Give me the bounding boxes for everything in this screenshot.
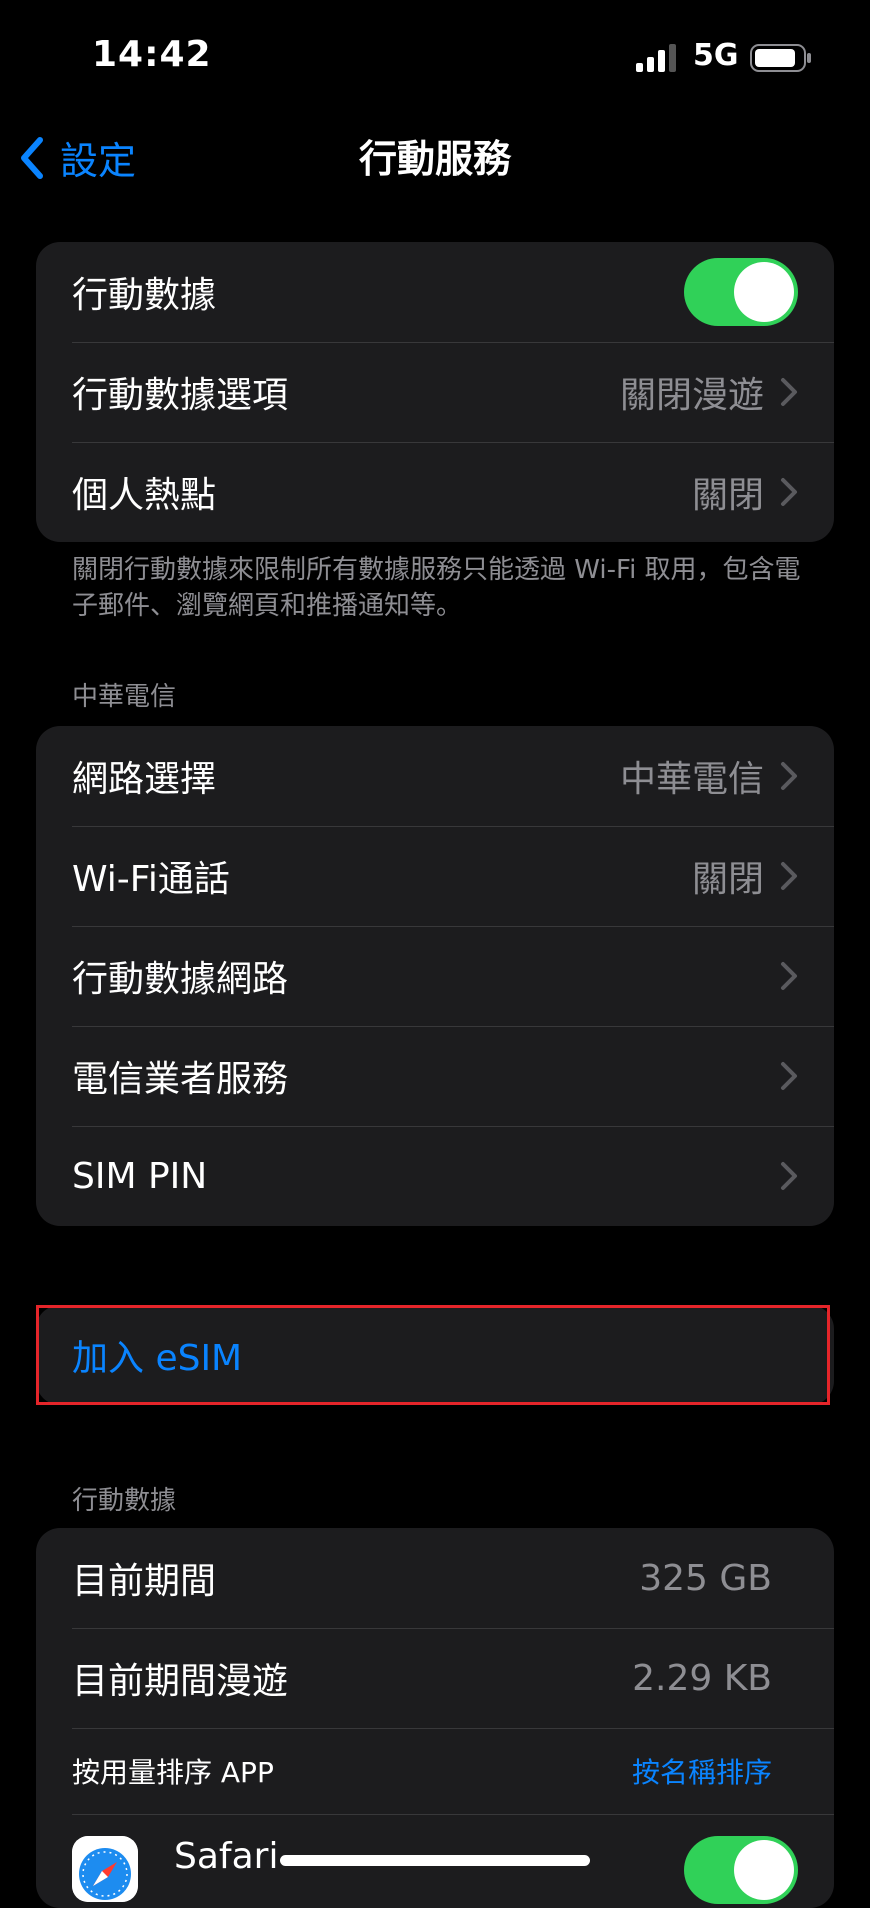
sim-pin-row[interactable]: SIM PIN <box>36 1126 834 1226</box>
data-options-row[interactable]: 行動數據選項 關閉漫遊 <box>36 342 834 442</box>
hotspot-label: 個人熱點 <box>72 475 217 516</box>
chevron-right-icon <box>781 1162 797 1190</box>
chevron-right-icon <box>781 1062 797 1090</box>
chevron-right-icon <box>781 762 797 790</box>
mobile-data-label: 行動數據 <box>72 275 217 316</box>
carrier-header: 中華電信 <box>72 682 177 712</box>
cellular-network-label: 行動數據網路 <box>72 959 289 1000</box>
battery-icon <box>750 44 811 72</box>
status-time: 14:42 <box>92 34 212 75</box>
current-roaming-row: 目前期間漫遊 2.29 KB <box>36 1628 834 1728</box>
mobile-data-toggle[interactable] <box>684 258 798 326</box>
hotspot-row[interactable]: 個人熱點 關閉 <box>36 442 834 542</box>
carrier-services-label: 電信業者服務 <box>72 1059 289 1100</box>
carrier-services-row[interactable]: 電信業者服務 <box>36 1026 834 1126</box>
current-roaming-value: 2.29 KB <box>632 1657 772 1699</box>
sort-by-name-link[interactable]: 按名稱排序 <box>632 1751 772 1791</box>
current-period-row: 目前期間 325 GB <box>36 1528 834 1628</box>
network-select-label: 網路選擇 <box>72 759 217 800</box>
mobile-data-group: 行動數據 行動數據選項 關閉漫遊 個人熱點 關閉 <box>36 242 834 542</box>
safari-data-toggle[interactable] <box>684 1836 798 1904</box>
hotspot-value: 關閉 <box>691 475 764 516</box>
mobile-data-row: 行動數據 <box>36 242 834 342</box>
sort-row: 按用量排序 APP 按名稱排序 <box>36 1728 834 1814</box>
usage-header: 行動數據 <box>72 1486 177 1516</box>
page-title: 行動服務 <box>358 137 511 181</box>
network-type: 5G <box>693 38 739 73</box>
sim-pin-label: SIM PIN <box>72 1155 208 1197</box>
sort-label: 按用量排序 APP <box>72 1756 274 1789</box>
current-period-label: 目前期間 <box>72 1561 217 1602</box>
highlight-box <box>36 1305 830 1405</box>
current-period-value: 325 GB <box>639 1557 772 1599</box>
cellular-network-row[interactable]: 行動數據網路 <box>36 926 834 1026</box>
current-roaming-label: 目前期間漫遊 <box>72 1661 289 1702</box>
data-options-value: 關閉漫遊 <box>619 375 764 416</box>
usage-group: 目前期間 325 GB 目前期間漫遊 2.29 KB 按用量排序 APP 按名稱… <box>36 1528 834 1908</box>
carrier-group: 網路選擇 中華電信 Wi-Fi通話 關閉 行動數據網路 電信業者服務 SIM P… <box>36 726 834 1226</box>
chevron-right-icon <box>781 378 797 406</box>
chevron-right-icon <box>781 478 797 506</box>
chevron-right-icon <box>781 962 797 990</box>
network-select-value: 中華電信 <box>619 759 764 800</box>
safari-icon <box>72 1836 138 1902</box>
chevron-right-icon <box>781 862 797 890</box>
network-select-row[interactable]: 網路選擇 中華電信 <box>36 726 834 826</box>
data-options-label: 行動數據選項 <box>72 375 289 416</box>
home-indicator <box>280 1855 590 1866</box>
cellular-signal-icon <box>636 44 676 72</box>
mobile-data-footnote: 關閉行動數據來限制所有數據服務只能透過 Wi-Fi 取用，包含電子郵件、瀏覽網頁… <box>72 555 801 621</box>
wifi-calling-row[interactable]: Wi-Fi通話 關閉 <box>36 826 834 926</box>
wifi-calling-value: 關閉 <box>691 859 764 900</box>
wifi-calling-label: Wi-Fi通話 <box>72 859 230 900</box>
